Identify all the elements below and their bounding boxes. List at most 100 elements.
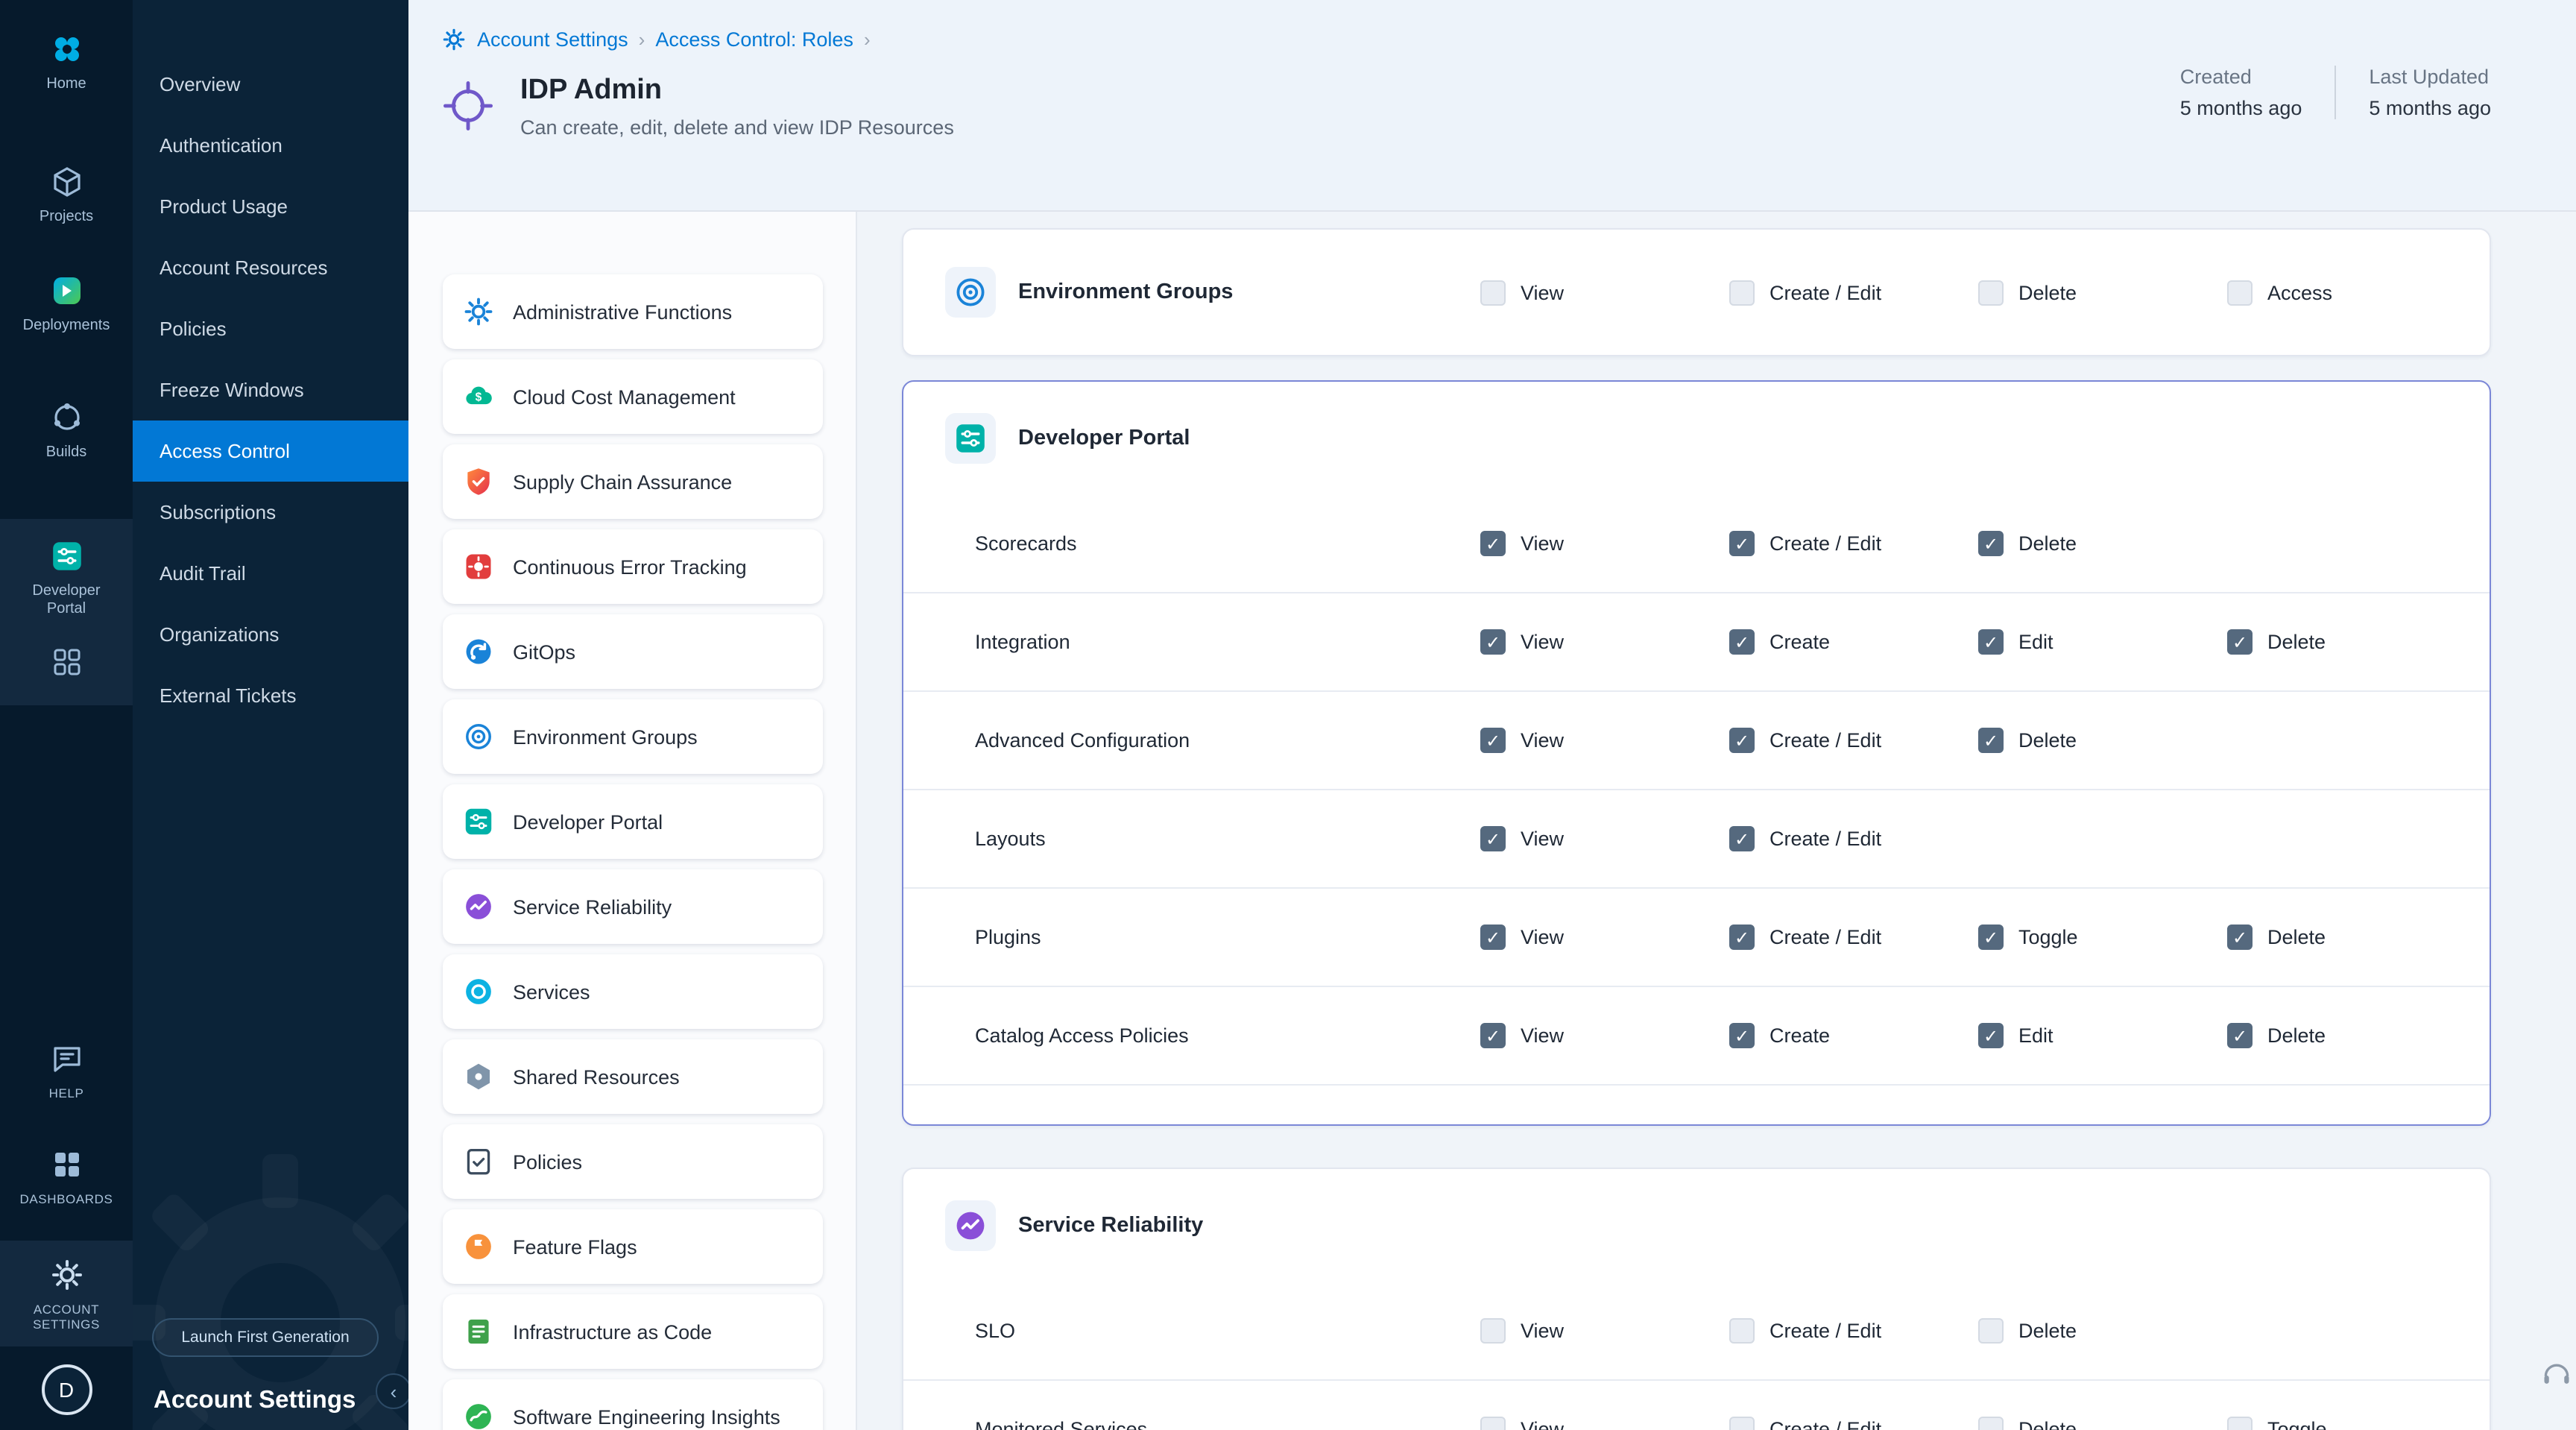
permission-checkbox-cell[interactable]: Delete bbox=[2227, 629, 2490, 655]
checkbox[interactable] bbox=[1978, 1023, 2004, 1048]
checkbox[interactable] bbox=[1729, 1318, 1755, 1344]
permission-checkbox-cell[interactable]: Delete bbox=[1978, 728, 2227, 753]
rail-item-deployments[interactable]: Deployments bbox=[0, 259, 133, 347]
checkbox[interactable] bbox=[1480, 629, 1506, 655]
checkbox[interactable] bbox=[1729, 826, 1755, 851]
resource-item[interactable]: Feature Flags bbox=[443, 1209, 823, 1284]
permission-checkbox-cell[interactable]: Edit bbox=[1978, 629, 2227, 655]
checkbox[interactable] bbox=[1978, 1417, 2004, 1430]
rail-item-home[interactable]: Home bbox=[0, 18, 133, 106]
resource-item[interactable]: Administrative Functions bbox=[443, 274, 823, 349]
sidebar-item-access-control[interactable]: Access Control bbox=[133, 421, 408, 482]
checkbox[interactable] bbox=[1978, 629, 2004, 655]
rail-item-projects[interactable]: Projects bbox=[0, 151, 133, 239]
permission-checkbox-cell[interactable]: Create / Edit bbox=[1729, 728, 1978, 753]
permission-checkbox-cell[interactable]: View bbox=[1480, 1023, 1729, 1048]
rail-item-account-settings[interactable]: ACCOUNT SETTINGS bbox=[0, 1243, 133, 1344]
rail-item-dashboards[interactable]: DASHBOARDS bbox=[0, 1134, 133, 1219]
permission-checkbox-cell[interactable]: View bbox=[1480, 728, 1729, 753]
resource-item[interactable]: Shared Resources bbox=[443, 1039, 823, 1114]
sidebar-item-overview[interactable]: Overview bbox=[133, 54, 408, 115]
permission-checkbox-cell[interactable]: View bbox=[1480, 629, 1729, 655]
checkbox[interactable] bbox=[1729, 1023, 1755, 1048]
checkbox[interactable] bbox=[1978, 280, 2004, 305]
checkbox[interactable] bbox=[1978, 925, 2004, 950]
breadcrumb-link-access-control-roles[interactable]: Access Control: Roles bbox=[655, 28, 853, 51]
sidebar-item-organizations[interactable]: Organizations bbox=[133, 604, 408, 665]
rail-item-builds[interactable]: Builds bbox=[0, 386, 133, 474]
sidebar-item-audit-trail[interactable]: Audit Trail bbox=[133, 543, 408, 604]
sidebar-item-external-tickets[interactable]: External Tickets bbox=[133, 665, 408, 726]
permission-checkbox-cell[interactable]: View bbox=[1480, 531, 1729, 556]
permission-checkbox-cell[interactable]: Delete bbox=[1978, 531, 2227, 556]
resource-item[interactable]: GitOps bbox=[443, 614, 823, 689]
resource-item[interactable]: $ Cloud Cost Management bbox=[443, 359, 823, 434]
permission-checkbox-cell[interactable]: View bbox=[1480, 280, 1729, 305]
permission-checkbox-cell[interactable]: Create / Edit bbox=[1729, 1417, 1978, 1430]
checkbox[interactable] bbox=[1480, 826, 1506, 851]
permission-checkbox-cell[interactable]: Create / Edit bbox=[1729, 280, 1978, 305]
resource-item[interactable]: Policies bbox=[443, 1124, 823, 1199]
checkbox[interactable] bbox=[2227, 280, 2253, 305]
sidebar-item-product-usage[interactable]: Product Usage bbox=[133, 176, 408, 237]
permission-checkbox-cell[interactable]: Edit bbox=[1978, 1023, 2227, 1048]
permission-checkbox-cell[interactable]: Toggle bbox=[1978, 925, 2227, 950]
permission-checkbox-cell[interactable]: Create / Edit bbox=[1729, 826, 1978, 851]
checkbox[interactable] bbox=[1978, 531, 2004, 556]
checkbox[interactable] bbox=[1978, 1318, 2004, 1344]
permission-checkbox-cell[interactable]: Delete bbox=[2227, 925, 2490, 950]
checkbox[interactable] bbox=[1729, 1417, 1755, 1430]
permission-checkbox-cell[interactable]: Create bbox=[1729, 629, 1978, 655]
checkbox[interactable] bbox=[2227, 925, 2253, 950]
permission-checkbox-cell[interactable]: View bbox=[1480, 1318, 1729, 1344]
permission-checkbox-cell[interactable]: Toggle bbox=[2227, 1417, 2490, 1430]
checkbox[interactable] bbox=[1480, 1318, 1506, 1344]
permission-checkbox-cell[interactable]: Create / Edit bbox=[1729, 925, 1978, 950]
checkbox[interactable] bbox=[1480, 1417, 1506, 1430]
permission-checkbox-cell[interactable]: Create bbox=[1729, 1023, 1978, 1048]
checkbox[interactable] bbox=[1729, 280, 1755, 305]
checkbox[interactable] bbox=[2227, 1023, 2253, 1048]
checkbox[interactable] bbox=[1729, 531, 1755, 556]
resource-item[interactable]: Infrastructure as Code bbox=[443, 1294, 823, 1369]
checkbox[interactable] bbox=[1480, 1023, 1506, 1048]
user-avatar[interactable]: D bbox=[41, 1364, 92, 1415]
sidebar-item-authentication[interactable]: Authentication bbox=[133, 115, 408, 176]
checkbox[interactable] bbox=[1978, 728, 2004, 753]
launch-first-generation-button[interactable]: Launch First Generation bbox=[152, 1318, 379, 1357]
permission-checkbox-cell[interactable]: Delete bbox=[1978, 1318, 2227, 1344]
checkbox[interactable] bbox=[1480, 531, 1506, 556]
sidebar-item-account-resources[interactable]: Account Resources bbox=[133, 237, 408, 298]
checkbox[interactable] bbox=[1729, 629, 1755, 655]
permission-checkbox-cell[interactable]: Access bbox=[2227, 280, 2490, 305]
permission-checkbox-cell[interactable]: View bbox=[1480, 1417, 1729, 1430]
sidebar-item-policies[interactable]: Policies bbox=[133, 298, 408, 359]
permission-checkbox-cell[interactable]: Create / Edit bbox=[1729, 531, 1978, 556]
resource-item[interactable]: Developer Portal bbox=[443, 784, 823, 859]
resource-item[interactable]: Supply Chain Assurance bbox=[443, 444, 823, 519]
checkbox[interactable] bbox=[2227, 629, 2253, 655]
permission-checkbox-cell[interactable]: View bbox=[1480, 925, 1729, 950]
checkbox[interactable] bbox=[2227, 1417, 2253, 1430]
resource-item[interactable]: Software Engineering Insights bbox=[443, 1379, 823, 1430]
resource-item[interactable]: Service Reliability bbox=[443, 869, 823, 944]
sidebar-item-subscriptions[interactable]: Subscriptions bbox=[133, 482, 408, 543]
breadcrumb-link-account-settings[interactable]: Account Settings bbox=[477, 28, 628, 51]
checkbox[interactable] bbox=[1729, 728, 1755, 753]
permission-checkbox-cell[interactable]: View bbox=[1480, 826, 1729, 851]
checkbox[interactable] bbox=[1729, 925, 1755, 950]
checkbox[interactable] bbox=[1480, 280, 1506, 305]
permission-checkbox-cell[interactable]: Delete bbox=[1978, 280, 2227, 305]
sidebar-item-freeze-windows[interactable]: Freeze Windows bbox=[133, 359, 408, 421]
resource-item[interactable]: Continuous Error Tracking bbox=[443, 529, 823, 604]
permission-checkbox-cell[interactable]: Create / Edit bbox=[1729, 1318, 1978, 1344]
rail-item-developer-portal[interactable]: Developer Portal bbox=[0, 525, 133, 631]
support-headset-icon[interactable] bbox=[2540, 1358, 2573, 1391]
resource-item[interactable]: Environment Groups bbox=[443, 699, 823, 774]
module-grid-button[interactable] bbox=[0, 631, 133, 693]
resource-item[interactable]: Services bbox=[443, 954, 823, 1029]
checkbox[interactable] bbox=[1480, 728, 1506, 753]
sidebar-collapse-button[interactable]: ‹ bbox=[376, 1373, 408, 1409]
permission-checkbox-cell[interactable]: Delete bbox=[1978, 1417, 2227, 1430]
checkbox[interactable] bbox=[1480, 925, 1506, 950]
